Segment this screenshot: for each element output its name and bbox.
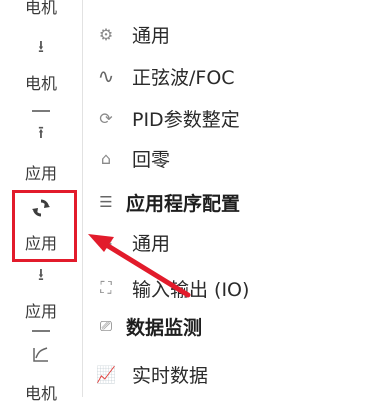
annotation-arrow (88, 234, 191, 298)
